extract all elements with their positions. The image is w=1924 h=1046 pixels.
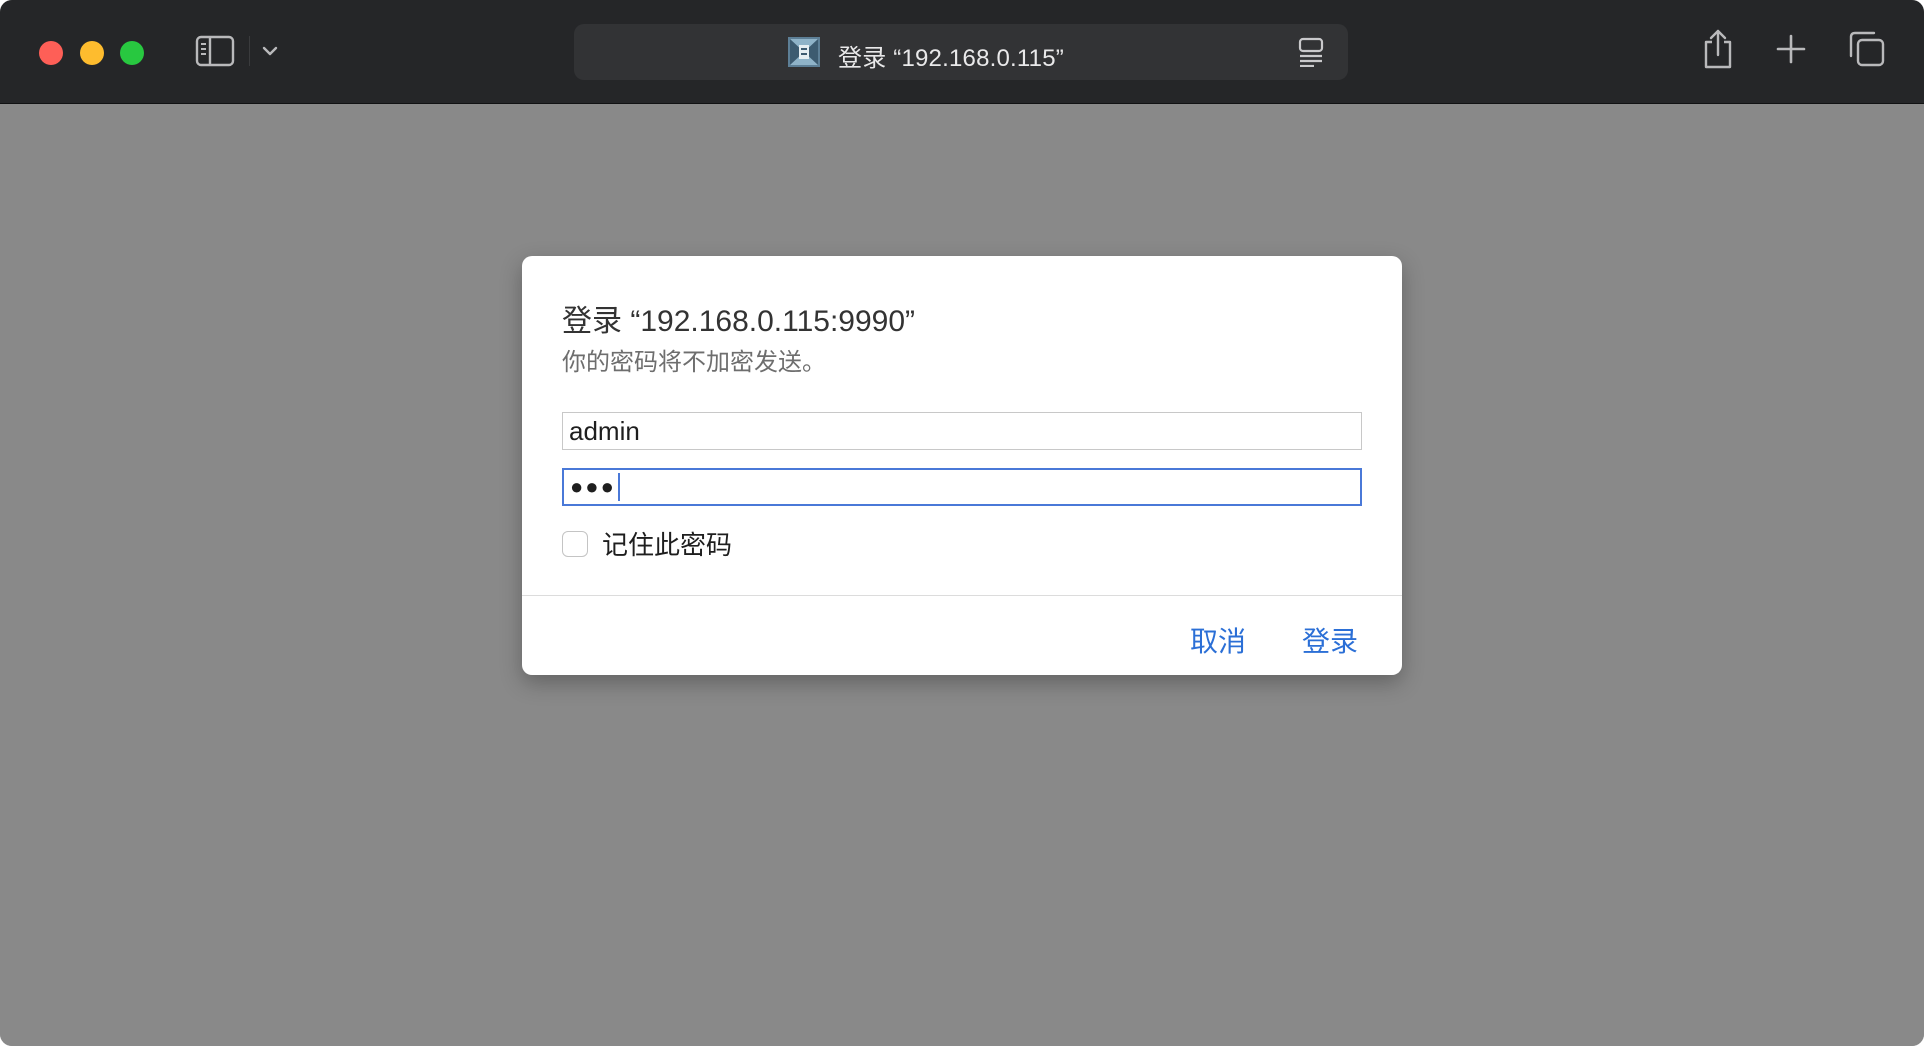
login-dialog: 登录 “192.168.0.115:9990” 你的密码将不加密发送。 ●●● … xyxy=(522,256,1402,675)
plus-icon[interactable] xyxy=(1774,32,1808,66)
toolbar-divider xyxy=(249,36,250,66)
text-caret xyxy=(617,473,620,501)
address-bar[interactable]: 登录 “192.168.0.115” xyxy=(574,24,1348,80)
remember-password-checkbox[interactable] xyxy=(562,530,588,557)
share-icon[interactable] xyxy=(1700,28,1736,70)
reader-icon[interactable] xyxy=(1298,37,1324,67)
tab-overview-icon[interactable] xyxy=(1848,30,1886,68)
sidebar-icon[interactable] xyxy=(194,34,236,68)
remember-password-row[interactable]: 记住此密码 xyxy=(562,525,732,562)
username-input[interactable] xyxy=(562,412,1362,450)
browser-window: 登录 “192.168.0.115” 登录 “192.168.0.115:999… xyxy=(0,0,1924,1046)
dialog-subtitle: 你的密码将不加密发送。 xyxy=(562,349,826,376)
minimize-window-button[interactable] xyxy=(80,41,104,65)
remember-password-label: 记住此密码 xyxy=(602,530,733,560)
password-input[interactable]: ●●● xyxy=(562,468,1362,506)
close-window-button[interactable] xyxy=(39,41,63,65)
title-bar: 登录 “192.168.0.115” xyxy=(0,0,1924,104)
address-text: 登录 “192.168.0.115” xyxy=(838,45,1064,72)
login-button[interactable]: 登录 xyxy=(1302,620,1358,660)
cancel-button[interactable]: 取消 xyxy=(1190,620,1246,660)
password-dots: ●●● xyxy=(570,474,616,499)
zoom-window-button[interactable] xyxy=(120,41,144,65)
dialog-divider xyxy=(522,595,1402,596)
chevron-down-icon[interactable] xyxy=(259,40,281,62)
dialog-title: 登录 “192.168.0.115:9990” xyxy=(562,305,916,338)
site-favicon-icon xyxy=(788,37,820,67)
